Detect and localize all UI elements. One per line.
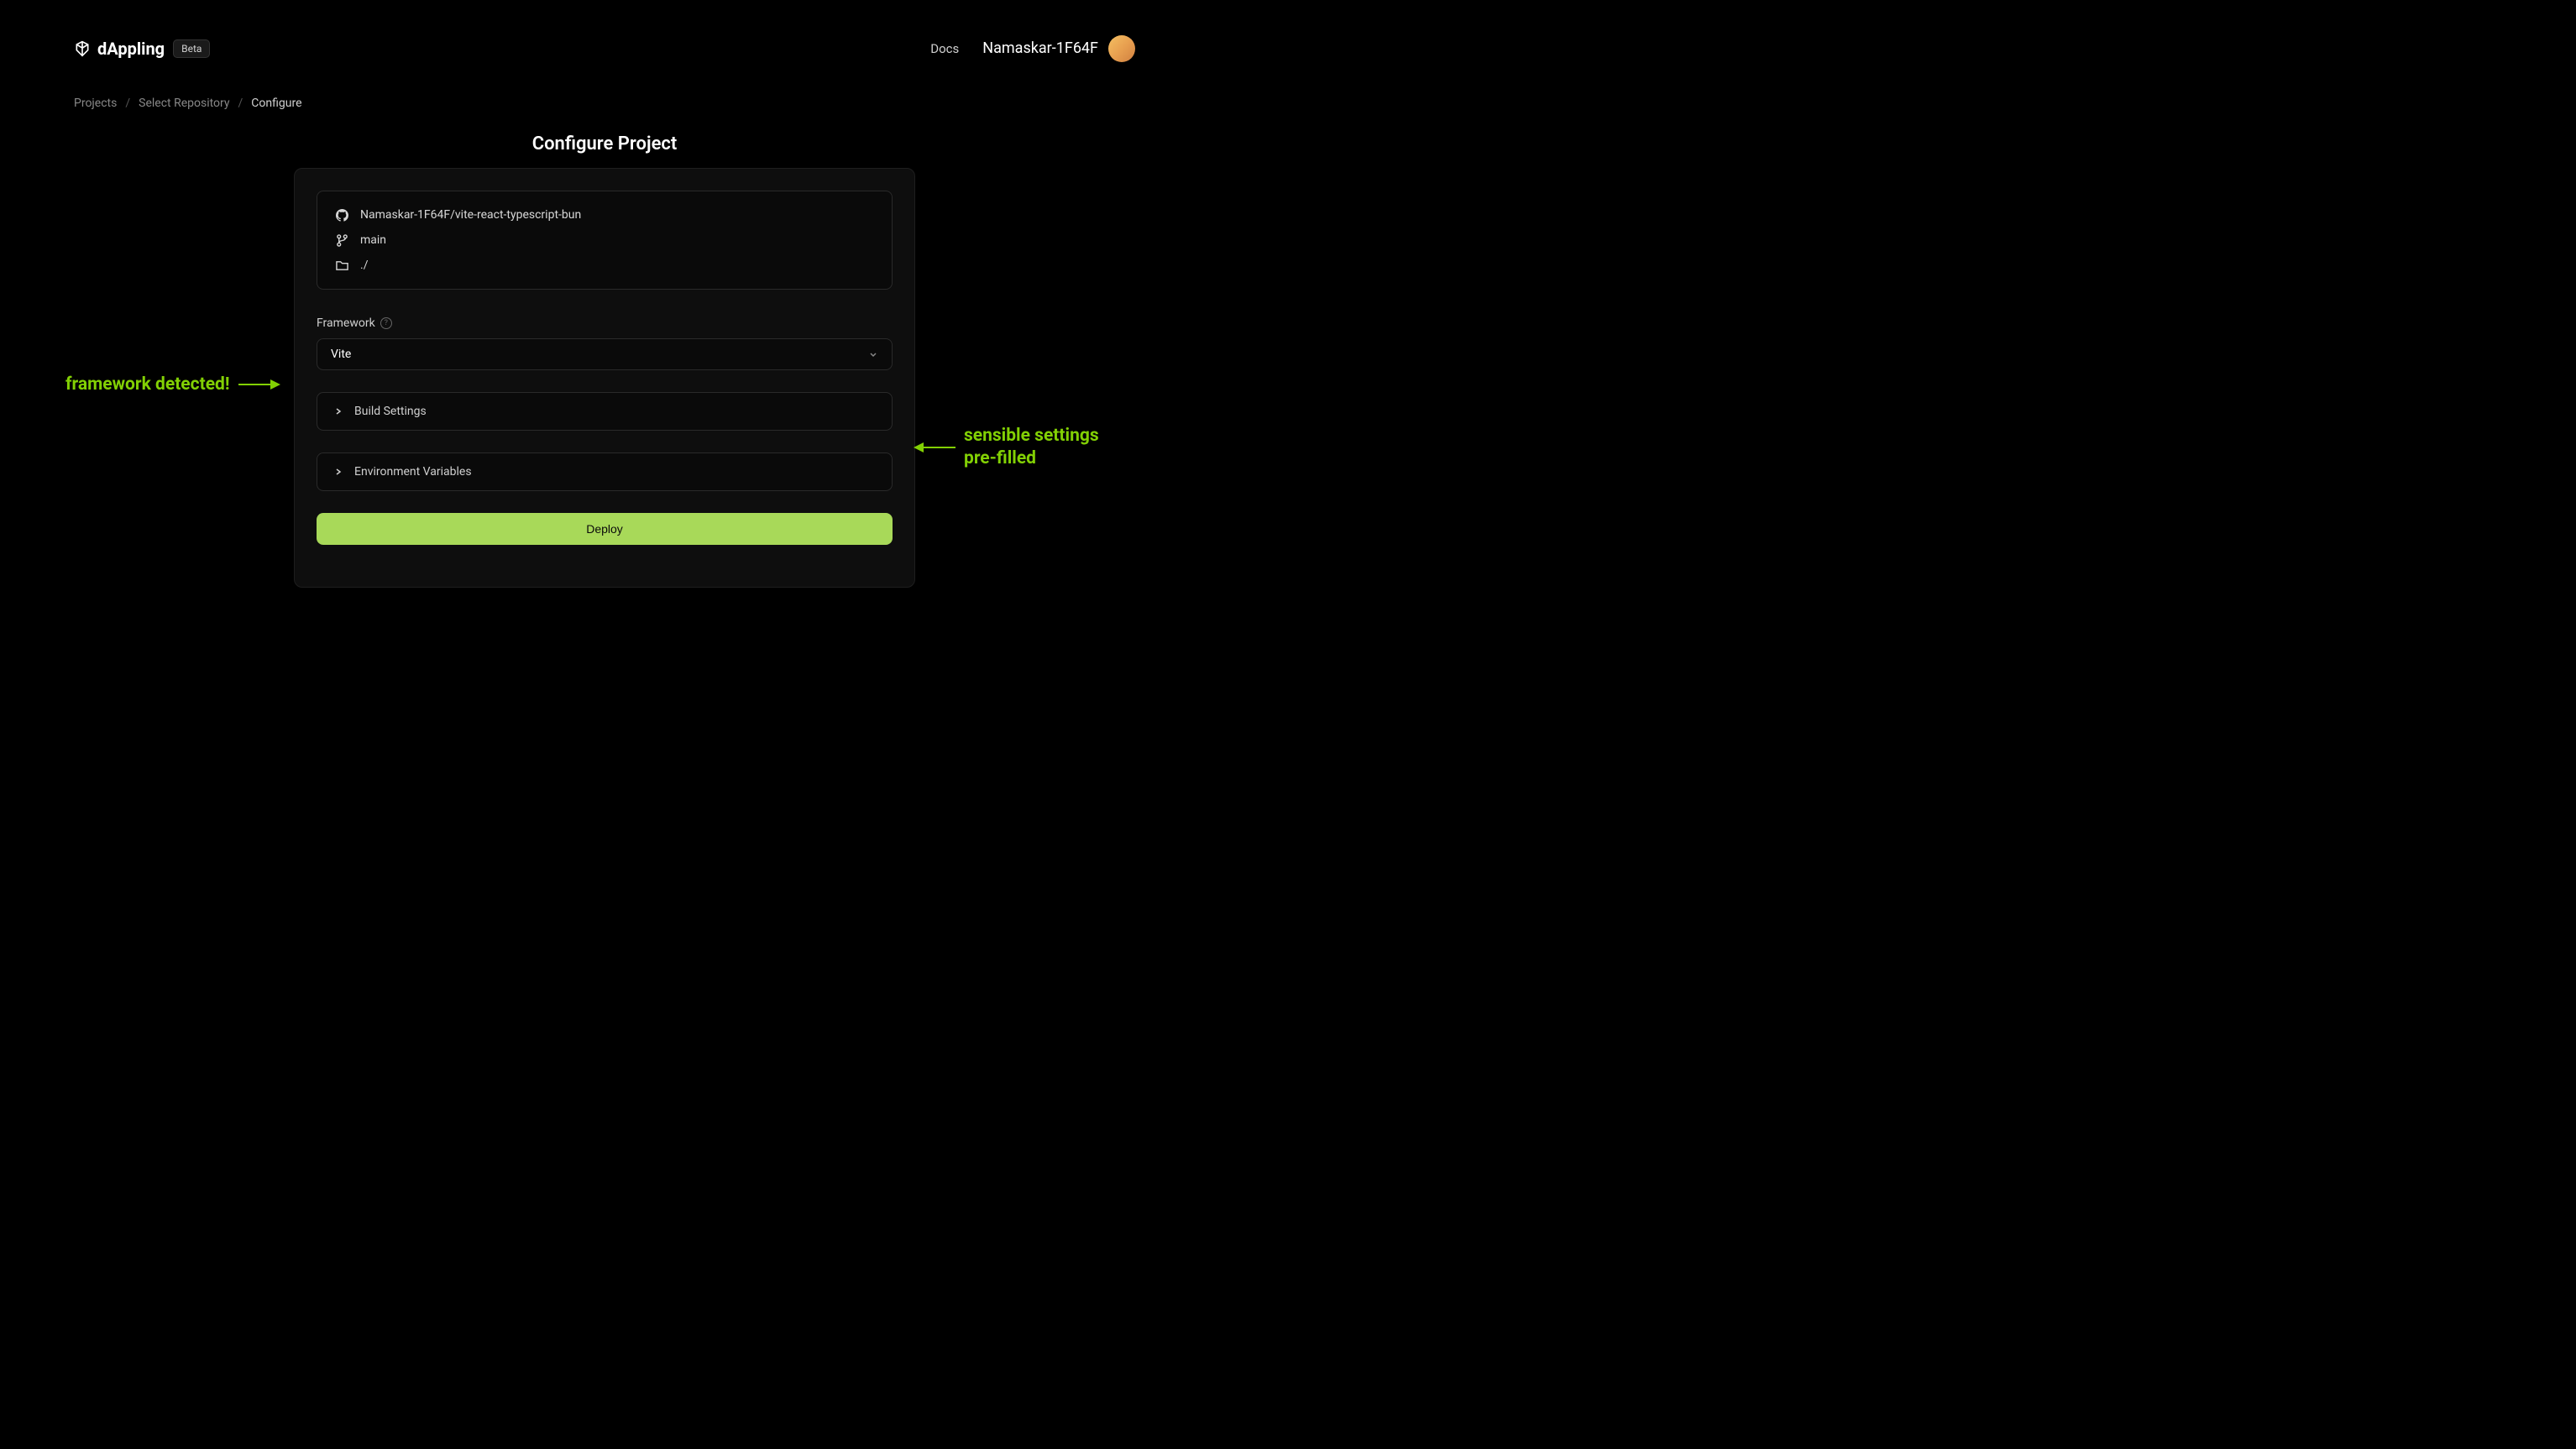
page-title: Configure Project — [0, 133, 1209, 154]
env-variables-label: Environment Variables — [354, 465, 472, 479]
repo-name-row: Namaskar-1F64F/vite-react-typescript-bun — [336, 208, 873, 222]
annotation-sensible-settings: sensible settings pre-filled — [914, 425, 1099, 471]
breadcrumb-separator: / — [238, 97, 243, 110]
branch-row: main — [336, 233, 873, 247]
directory-row: ./ — [336, 259, 873, 272]
build-settings-label: Build Settings — [354, 405, 427, 418]
github-icon — [336, 209, 348, 222]
framework-label: Framework ? — [317, 316, 893, 330]
chevron-right-icon — [334, 407, 343, 416]
branch-name: main — [360, 233, 386, 247]
header-right: Docs Namaskar-1F64F — [930, 35, 1135, 62]
branch-icon — [336, 234, 348, 247]
breadcrumb: Projects / Select Repository / Configure — [0, 80, 1209, 110]
avatar — [1108, 35, 1135, 62]
logo-icon — [74, 40, 91, 57]
chevron-down-icon — [868, 349, 878, 359]
breadcrumb-separator: / — [125, 97, 130, 110]
folder-icon — [336, 259, 348, 272]
directory-path: ./ — [360, 259, 368, 272]
env-variables-section[interactable]: Environment Variables — [317, 452, 893, 491]
annotation-text: sensible settings pre-filled — [964, 425, 1099, 471]
user-menu[interactable]: Namaskar-1F64F — [982, 35, 1135, 62]
logo-group: dAppling Beta — [74, 39, 210, 59]
username: Namaskar-1F64F — [982, 39, 1098, 57]
app-header: dAppling Beta Docs Namaskar-1F64F — [0, 0, 1209, 80]
logo-text: dAppling — [97, 39, 165, 59]
build-settings-section[interactable]: Build Settings — [317, 392, 893, 431]
annotation-text: framework detected! — [65, 374, 230, 395]
breadcrumb-item[interactable]: Projects — [74, 97, 117, 110]
framework-selected-value: Vite — [331, 348, 351, 361]
repo-info-card: Namaskar-1F64F/vite-react-typescript-bun… — [317, 191, 893, 290]
config-panel: Namaskar-1F64F/vite-react-typescript-bun… — [294, 168, 915, 588]
framework-select[interactable]: Vite — [317, 338, 893, 370]
arrow-left-icon — [914, 442, 956, 453]
breadcrumb-item-current: Configure — [251, 97, 301, 110]
chevron-right-icon — [334, 468, 343, 476]
help-icon[interactable]: ? — [380, 317, 392, 329]
docs-link[interactable]: Docs — [930, 41, 959, 56]
arrow-right-icon — [238, 379, 280, 390]
logo[interactable]: dAppling — [74, 39, 165, 59]
annotation-framework-detected: framework detected! — [65, 374, 280, 395]
repo-name: Namaskar-1F64F/vite-react-typescript-bun — [360, 208, 581, 222]
beta-badge: Beta — [173, 39, 210, 58]
breadcrumb-item[interactable]: Select Repository — [139, 97, 229, 110]
deploy-button[interactable]: Deploy — [317, 513, 893, 545]
